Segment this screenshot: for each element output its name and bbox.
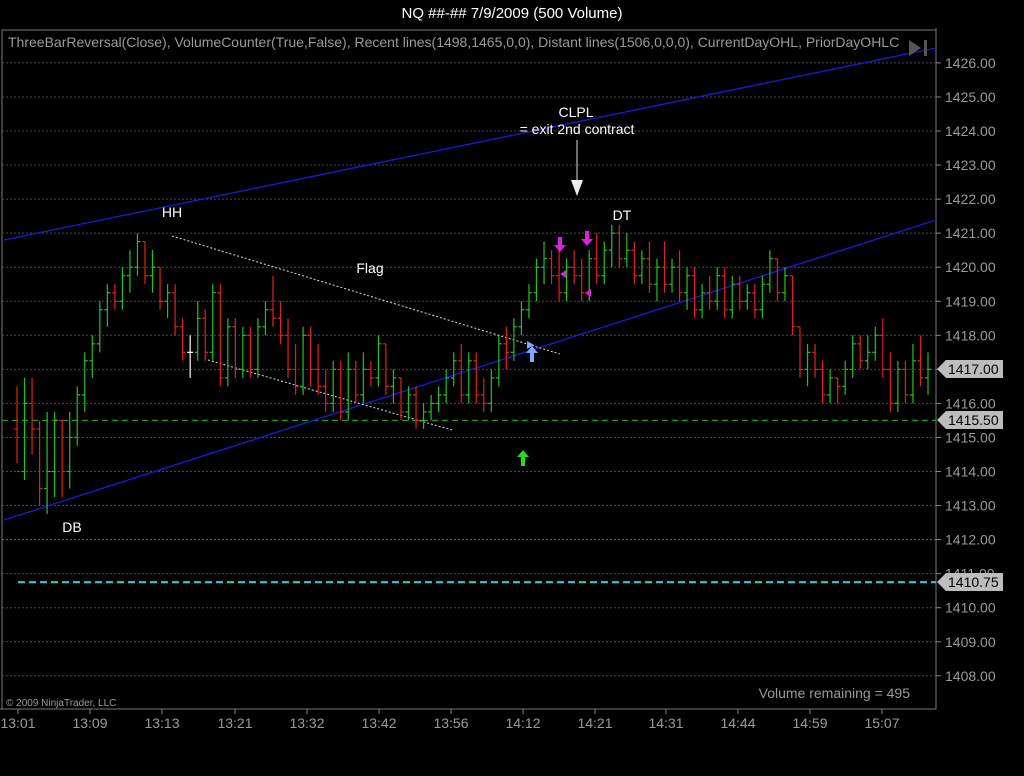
annotation-exit: = exit 2nd contract <box>520 121 635 137</box>
x-tick-label: 14:31 <box>648 715 683 731</box>
price-chart[interactable]: CLPL= exit 2nd contract HH Flag DT DB 1426.0… <box>0 28 1024 771</box>
green-level-tag: 1415.50 <box>937 411 1003 430</box>
y-tick-label: 1424.00 <box>945 123 996 139</box>
price-tag-pointer <box>937 360 946 379</box>
x-tick-label: 15:07 <box>864 715 899 731</box>
x-tick-label: 13:01 <box>0 715 35 731</box>
y-tick-label: 1423.00 <box>945 157 996 173</box>
play-pause-icon[interactable] <box>906 38 932 58</box>
volume-remaining: Volume remaining = 495 <box>759 685 911 701</box>
y-tick-label: 1426.00 <box>945 55 996 71</box>
indicator-list: ThreeBarReversal(Close), VolumeCounter(T… <box>8 34 900 50</box>
y-tick-label: 1421.00 <box>945 225 996 241</box>
y-tick-label: 1412.00 <box>945 532 996 548</box>
x-tick-label: 13:42 <box>361 715 396 731</box>
x-tick-label: 14:12 <box>505 715 540 731</box>
window-title: NQ ##-## 7/9/2009 (500 Volume) <box>0 0 1024 28</box>
y-tick-label: 1420.00 <box>945 259 996 275</box>
y-tick-label: 1410.00 <box>945 600 996 616</box>
time-axis: 13:01 13:09 13:13 13:21 13:32 13:42 13:56 14:12… <box>0 709 900 731</box>
x-tick-label: 14:21 <box>577 715 612 731</box>
y-tick-label: 1408.00 <box>945 668 996 684</box>
last-price-tag: 1417.00 <box>937 360 1003 379</box>
y-tick-label: 1416.00 <box>945 395 996 411</box>
y-tick-label: 1413.00 <box>945 498 996 514</box>
x-tick-label: 13:32 <box>289 715 324 731</box>
plot-background <box>0 28 936 709</box>
chart-frame[interactable]: CLPL = exit 2nd contract HH Flag DT DB 1426.0… <box>0 28 1024 771</box>
copyright-text: © 2009 NinjaTrader, LLC <box>6 698 116 709</box>
price-tag-pointer <box>937 411 946 430</box>
cyan-level-tag: 1410.75 <box>937 573 1003 592</box>
x-tick-label: 14:44 <box>720 715 755 731</box>
annotation-hh: HH <box>162 204 182 220</box>
x-tick-label: 14:59 <box>792 715 827 731</box>
y-tick-label: 1409.00 <box>945 634 996 650</box>
y-tick-label: 1414.00 <box>945 464 996 480</box>
y-tick-label: 1425.00 <box>945 89 996 105</box>
price-tag-pointer <box>937 573 946 592</box>
annotation-flag: Flag <box>356 260 383 276</box>
y-tick-label: 1418.00 <box>945 327 996 343</box>
annotation-clpl: CLPL <box>558 104 593 120</box>
x-tick-label: 13:09 <box>72 715 107 731</box>
y-tick-label: 1415.00 <box>945 429 996 445</box>
y-tick-label: 1419.00 <box>945 293 996 309</box>
y-tick-label: 1422.00 <box>945 191 996 207</box>
x-tick-label: 13:56 <box>433 715 468 731</box>
x-tick-label: 13:13 <box>144 715 179 731</box>
annotation-db: DB <box>62 519 81 535</box>
x-tick-label: 13:21 <box>217 715 252 731</box>
annotation-dt: DT <box>613 207 632 223</box>
